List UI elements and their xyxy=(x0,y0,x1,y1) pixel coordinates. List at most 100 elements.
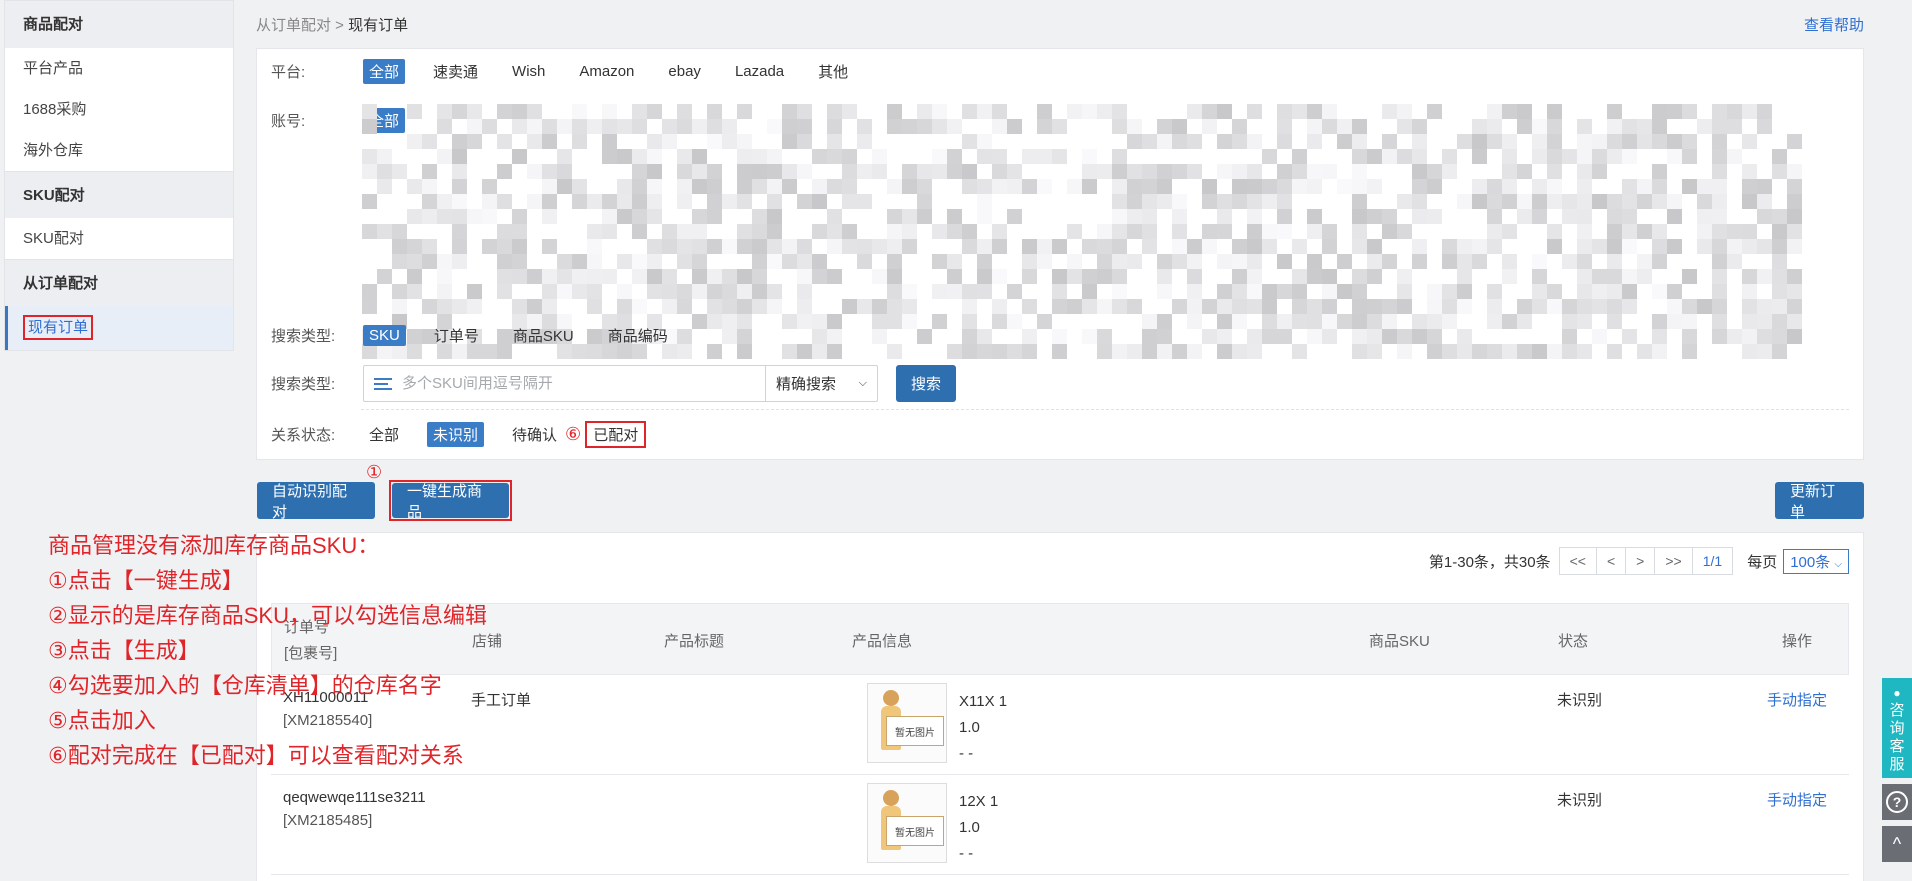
sidebar-group-order-match: 从订单配对 xyxy=(5,259,233,306)
status-cell: 未识别 xyxy=(1557,692,1603,709)
chevron-up-icon: ^ xyxy=(1892,833,1902,854)
auto-match-button[interactable]: 自动识别配对 xyxy=(257,482,375,521)
search-mode-value: 精确搜索 xyxy=(776,376,837,393)
table-row: qeqwewqe111se3211 [XM2185485] 暂无图片 12X 1… xyxy=(271,775,1849,875)
breadcrumb: 从订单配对 > 现有订单 xyxy=(256,14,408,35)
product-info-cell: X11X 1 1.0 - - xyxy=(959,689,1007,767)
list-icon xyxy=(374,377,394,390)
orders-table-panel: 第1-30条，共30条 << < > >> 1/1 每页 100条 ⌵ 订单号 … xyxy=(256,532,1864,881)
sidebar-group-sku-match: SKU配对 xyxy=(5,171,233,218)
pager-last[interactable]: >> xyxy=(1654,548,1691,574)
platform-option-aliexpress[interactable]: 速卖通 xyxy=(427,59,484,84)
search-button[interactable]: 搜索 xyxy=(896,365,956,402)
search-mode-select[interactable]: 精确搜索 ⌵ xyxy=(765,366,877,401)
platform-option-wish[interactable]: Wish xyxy=(506,61,551,82)
package-number: [XM2185485] xyxy=(283,812,373,829)
relation-option-all[interactable]: 全部 xyxy=(363,422,405,447)
help-link[interactable]: 查看帮助 xyxy=(1804,14,1864,35)
product-price: 1.0 xyxy=(959,719,980,736)
no-image-label: 暂无图片 xyxy=(886,816,944,846)
product-price: 1.0 xyxy=(959,819,980,836)
order-number: qeqwewqe111se3211 xyxy=(283,789,426,806)
generate-products-button[interactable]: 一键生成商品 xyxy=(392,483,509,521)
annotation-line: ②显示的是库存商品SKU，可以勾选信息编辑 xyxy=(48,603,487,628)
breadcrumb-separator: > xyxy=(331,17,349,34)
person-icon: ● xyxy=(1893,686,1901,700)
platform-option-ebay[interactable]: ebay xyxy=(662,61,707,82)
per-page-value: 100条 xyxy=(1790,553,1831,571)
customer-service-label: 咨询客服 xyxy=(1889,702,1905,773)
status-cell: 未识别 xyxy=(1557,792,1603,809)
per-page-label: 每页 xyxy=(1747,553,1778,571)
pager-next[interactable]: > xyxy=(1625,548,1654,574)
sidebar-item-label: 现有订单 xyxy=(23,315,94,340)
sidebar: 商品配对 平台产品 1688采购 海外仓库 SKU配对 SKU配对 从订单配对 … xyxy=(4,0,234,351)
pager-summary: 第1-30条，共30条 xyxy=(1428,553,1551,571)
product-info-cell: 12X 1 1.0 - - xyxy=(959,789,998,867)
relation-option-unrecognized[interactable]: 未识别 xyxy=(427,422,485,447)
chevron-down-icon: ⌵ xyxy=(858,377,867,389)
platform-option-all[interactable]: 全部 xyxy=(363,59,406,84)
product-sku-line: 12X 1 xyxy=(959,793,999,810)
pager-buttons: << < > >> 1/1 xyxy=(1558,547,1734,575)
table-header: 订单号 [包裹号] 店铺 产品标题 产品信息 商品SKU 状态 操作 xyxy=(271,603,1849,675)
product-extra: - - xyxy=(959,745,974,762)
header-product-title: 产品标题 xyxy=(664,633,725,650)
search-label: 搜索类型: xyxy=(271,376,336,393)
search-box: 精确搜索 ⌵ xyxy=(363,365,878,402)
search-row: 搜索类型: 精确搜索 ⌵ 搜索 xyxy=(271,365,956,402)
table-row: XH11000011 [XM2185540] 手工订单 暂无图片 X11X 1 … xyxy=(271,675,1849,775)
sidebar-item-1688[interactable]: 1688采购 xyxy=(5,89,233,130)
relation-option-matched[interactable]: 已配对 xyxy=(585,421,647,448)
platform-option-other[interactable]: 其他 xyxy=(812,59,854,84)
annotation-line: ⑤点击加入 xyxy=(48,708,156,733)
search-type-order-no[interactable]: 订单号 xyxy=(428,323,485,348)
search-type-product-sku[interactable]: 商品SKU xyxy=(507,323,580,348)
relation-status-label: 关系状态: xyxy=(271,427,336,444)
no-image-placeholder: 暂无图片 xyxy=(867,783,947,863)
chevron-down-icon: ⌵ xyxy=(1834,558,1842,570)
annotation-circle-6: ⑥ xyxy=(565,424,582,444)
search-input[interactable] xyxy=(402,366,765,401)
pager-prev[interactable]: < xyxy=(1595,548,1625,574)
sidebar-item-platform-products[interactable]: 平台产品 xyxy=(5,48,233,89)
header-status: 状态 xyxy=(1558,633,1589,650)
update-orders-button[interactable]: 更新订单 xyxy=(1775,482,1864,521)
sidebar-item-overseas-warehouse[interactable]: 海外仓库 xyxy=(5,130,233,171)
annotation-line: ④勾选要加入的【仓库清单】的仓库名字 xyxy=(48,673,442,698)
per-page-select[interactable]: 100条 ⌵ xyxy=(1783,548,1849,574)
platform-label: 平台: xyxy=(271,64,306,81)
annotation-line: ③点击【生成】 xyxy=(48,638,200,663)
no-image-label: 暂无图片 xyxy=(886,716,944,746)
product-extra: - - xyxy=(959,845,974,862)
platform-option-amazon[interactable]: Amazon xyxy=(573,61,640,82)
search-type-product-code[interactable]: 商品编码 xyxy=(602,323,674,348)
divider xyxy=(361,409,1849,410)
question-icon: ? xyxy=(1886,791,1908,813)
sidebar-group-product-match: 商品配对 xyxy=(5,1,233,48)
relation-option-pending[interactable]: 待确认 xyxy=(506,422,563,447)
header-product-sku: 商品SKU xyxy=(1369,633,1430,650)
annotation-line: 商品管理没有添加库存商品SKU： xyxy=(48,533,380,558)
scroll-top-button[interactable]: ^ xyxy=(1882,826,1912,862)
manual-assign-link[interactable]: 手动指定 xyxy=(1767,689,1827,710)
header-product-info: 产品信息 xyxy=(852,633,913,650)
sidebar-item-existing-orders[interactable]: 现有订单 xyxy=(5,306,233,350)
sidebar-item-sku-match[interactable]: SKU配对 xyxy=(5,218,233,259)
breadcrumb-parent[interactable]: 从订单配对 xyxy=(256,17,331,34)
search-type-row: 搜索类型: SKU 订单号 商品SKU 商品编码 xyxy=(271,323,696,348)
annotation-line: ⑥配对完成在【已配对】可以查看配对关系 xyxy=(48,743,464,768)
breadcrumb-current: 现有订单 xyxy=(348,17,409,34)
manual-assign-link[interactable]: 手动指定 xyxy=(1767,789,1827,810)
no-image-placeholder: 暂无图片 xyxy=(867,683,947,763)
customer-service-button[interactable]: ● 咨询客服 xyxy=(1882,678,1912,778)
platform-option-lazada[interactable]: Lazada xyxy=(729,61,790,82)
account-label: 账号: xyxy=(271,113,306,130)
platform-filter-row: 平台: 全部 速卖通 Wish Amazon ebay Lazada 其他 xyxy=(271,59,876,84)
filter-panel: 平台: 全部 速卖通 Wish Amazon ebay Lazada 其他 账号… xyxy=(256,48,1864,460)
pager-first[interactable]: << xyxy=(1560,548,1596,574)
help-question-button[interactable]: ? xyxy=(1882,784,1912,820)
search-type-sku[interactable]: SKU xyxy=(363,325,406,346)
header-operation: 操作 xyxy=(1782,633,1813,650)
search-type-label: 搜索类型: xyxy=(271,328,336,345)
